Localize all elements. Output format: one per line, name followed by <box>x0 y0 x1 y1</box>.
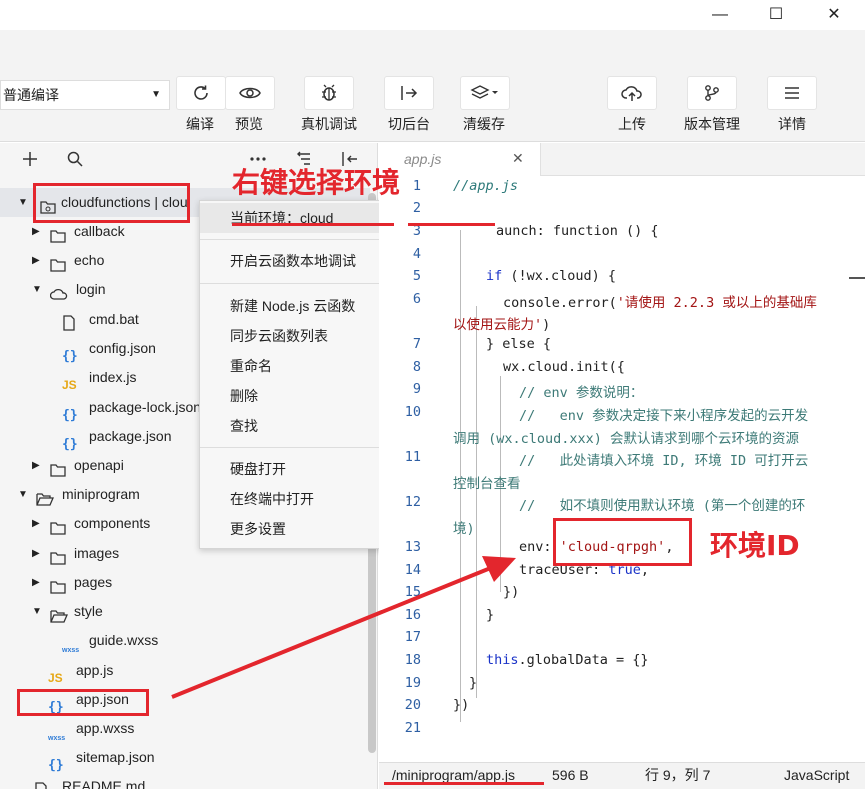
annotation-arrow <box>171 556 516 699</box>
